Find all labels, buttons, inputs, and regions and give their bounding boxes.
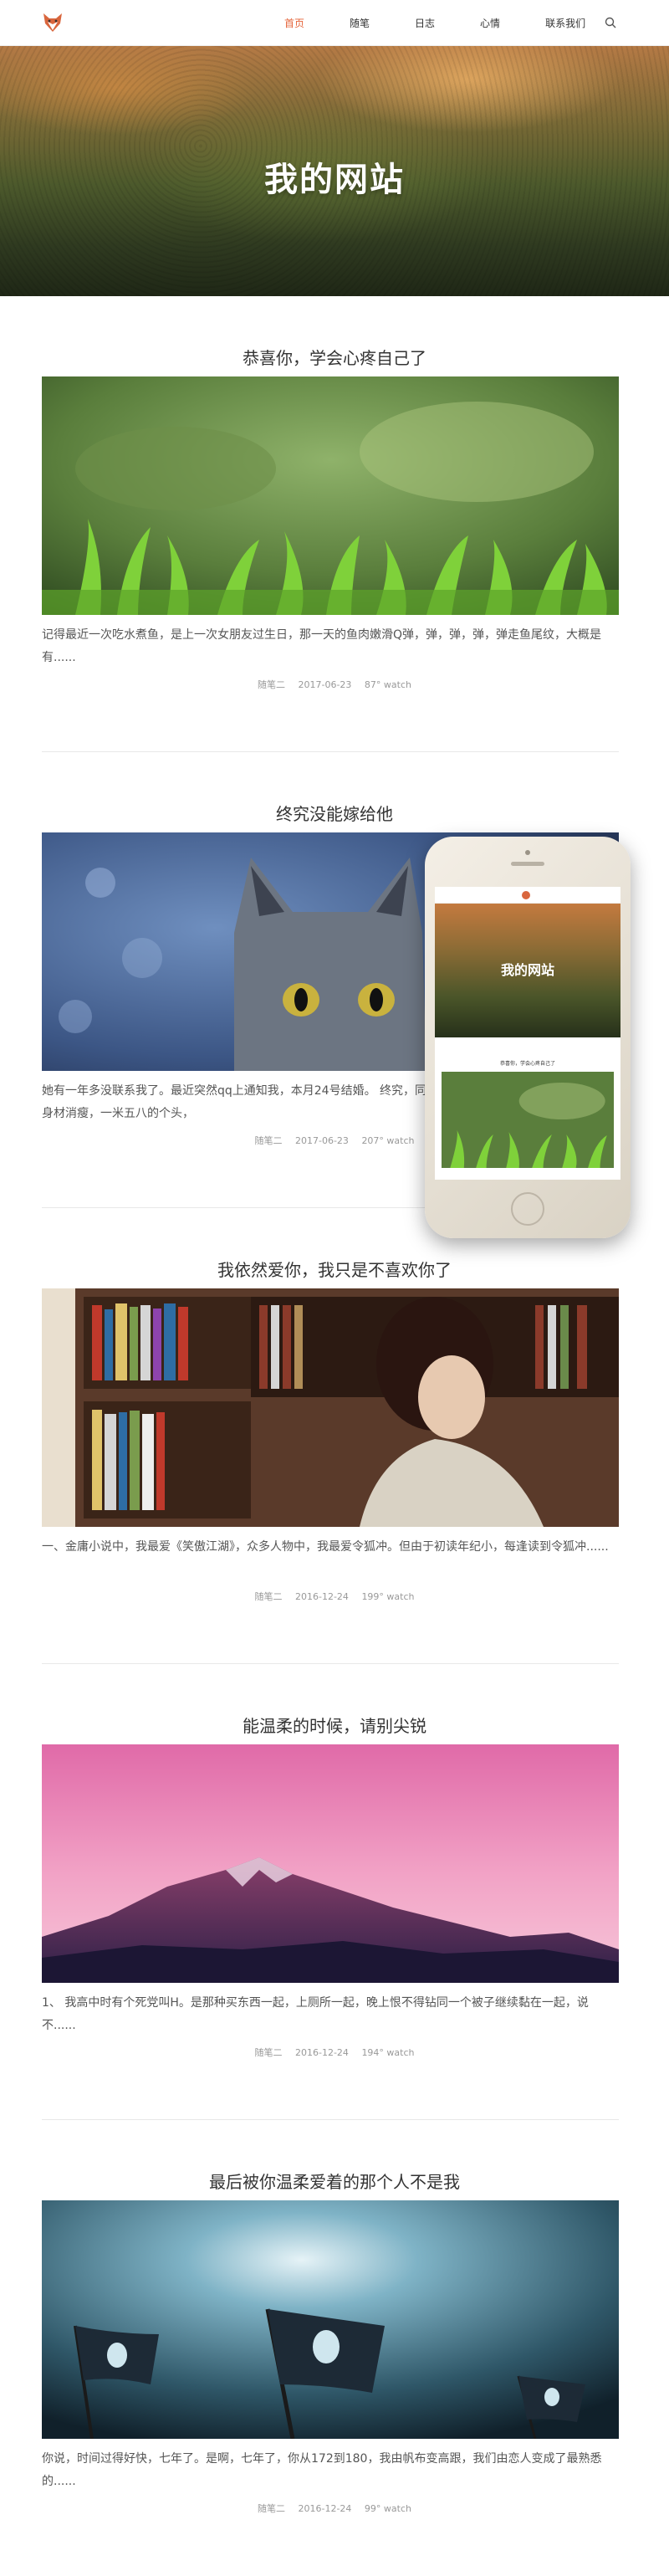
post-meta: 随笔二 2016-12-24 199° watch [0, 1590, 669, 1603]
post-list: 恭喜你，学会心疼自己了 记得最近一次吃水煮鱼，是上一次女朋友过生日，那一天的鱼肉… [0, 296, 669, 2576]
post-category[interactable]: 随笔二 [258, 679, 285, 690]
phone-hero-title: 我的网站 [500, 962, 554, 978]
nav-item-journal[interactable]: 日志 [415, 16, 435, 30]
post-excerpt: 记得最近一次吃水煮鱼，是上一次女朋友过生日，那一天的鱼肉嫩滑Q弹，弹，弹，弹，弹… [42, 628, 602, 664]
search-icon[interactable] [604, 16, 617, 29]
fox-logo-icon[interactable] [40, 10, 65, 35]
post-meta: 随笔二 2016-12-24 194° watch [0, 2046, 669, 2059]
post-title[interactable]: 恭喜你，学会心疼自己了 [0, 345, 669, 369]
post-category[interactable]: 随笔二 [255, 1135, 283, 1146]
post-date: 2016-12-24 [295, 2047, 349, 2058]
post-watch-count: 199° watch [361, 1591, 415, 1602]
nav-item-mood[interactable]: 心情 [480, 16, 500, 30]
phone-screen-hero: 我的网站 [435, 904, 620, 1037]
post-category[interactable]: 随笔二 [258, 2503, 285, 2514]
phone-screen: 我的网站 恭喜你，学会心疼自己了 [435, 887, 620, 1180]
fox-logo-icon [522, 891, 530, 899]
post-watch-count: 87° watch [364, 679, 411, 690]
post-excerpt: 你说，时间过得好快，七年了。是啊，七年了，你从172到180，我由帆布变高跟，我… [42, 2452, 602, 2488]
main-nav: 首页 随笔 日志 心情 联系我们 [284, 0, 631, 46]
post-date: 2016-12-24 [295, 1591, 349, 1602]
post-image-library[interactable] [42, 1288, 619, 1527]
post-category[interactable]: 随笔二 [255, 1591, 283, 1602]
post-date: 2017-06-23 [295, 1135, 349, 1146]
phone-speaker [511, 862, 544, 866]
post-excerpt: 一、金庸小说中，我最爱《笑傲江湖》，众多人物中，我最爱令狐冲。但由于初读年纪小，… [42, 1540, 609, 1554]
hero-title: 我的网站 [264, 161, 405, 199]
post-excerpt: 1、 我高中时有个死党叫H。是那种买东西一起，上厕所一起，晚上恨不得钻同一个被子… [42, 1996, 589, 2032]
nav-item-contact[interactable]: 联系我们 [545, 16, 585, 30]
post-category[interactable]: 随笔二 [255, 2047, 283, 2058]
post-meta: 随笔二 2017-06-23 87° watch [0, 678, 669, 691]
post-title[interactable]: 能温柔的时候，请别尖锐 [0, 1713, 669, 1737]
phone-mockup: 我的网站 恭喜你，学会心疼自己了 [425, 837, 631, 1238]
phone-camera [525, 850, 530, 855]
post-title[interactable]: 终究没能嫁给他 [0, 801, 669, 825]
post-meta: 随笔二 2016-12-24 99° watch [0, 2502, 669, 2515]
post-title[interactable]: 最后被你温柔爱着的那个人不是我 [0, 2169, 669, 2193]
site-header: 首页 随笔 日志 心情 联系我们 [0, 0, 669, 46]
hero-banner: 我的网站 [0, 46, 669, 296]
nav-item-home[interactable]: 首页 [284, 16, 304, 30]
post-image-grass[interactable] [42, 376, 619, 615]
post-item: 能温柔的时候，请别尖锐 1、 我高中时有个死党叫H。是那种买东西一起，上厕所一起… [0, 1664, 669, 2120]
phone-home-button [511, 1192, 544, 1226]
post-item: 恭喜你，学会心疼自己了 记得最近一次吃水煮鱼，是上一次女朋友过生日，那一天的鱼肉… [0, 296, 669, 752]
post-watch-count: 194° watch [361, 2047, 415, 2058]
post-watch-count: 207° watch [361, 1135, 415, 1146]
phone-post-title: 恭喜你，学会心疼自己了 [499, 1061, 555, 1067]
post-image-alien-flags[interactable] [42, 2200, 619, 2439]
post-title[interactable]: 我依然爱你，我只是不喜欢你了 [0, 1257, 669, 1281]
post-date: 2017-06-23 [298, 679, 352, 690]
post-date: 2016-12-24 [298, 2503, 352, 2514]
post-image-mountain[interactable] [42, 1744, 619, 1983]
phone-screen-header [435, 887, 620, 904]
post-watch-count: 99° watch [364, 2503, 411, 2514]
post-item: 最后被你温柔爱着的那个人不是我 你说，时间过得好快，七年了。是啊，七年了，你从1… [0, 2120, 669, 2576]
post-item: 我依然爱你，我只是不喜欢你了 一、金庸小说中，我最爱《笑傲江湖》，众多人物中，我… [0, 1208, 669, 1664]
phone-post-image [442, 1072, 614, 1168]
nav-item-essays[interactable]: 随笔 [350, 16, 370, 30]
